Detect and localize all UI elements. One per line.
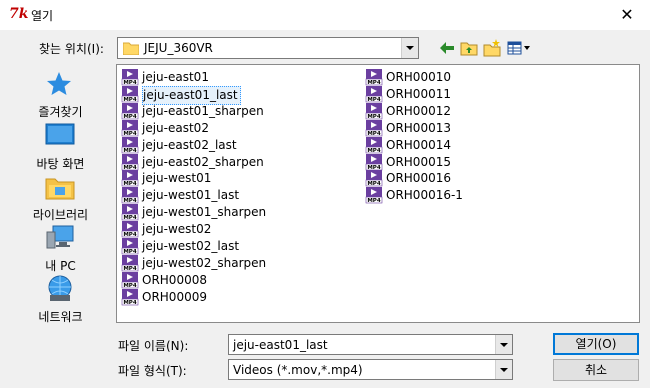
up-folder-icon[interactable] (459, 38, 479, 58)
file-name: ORH00011 (386, 86, 451, 101)
mp4-file-icon: MP4 (121, 187, 139, 204)
network-icon (48, 275, 72, 301)
mp4-file-icon: MP4 (121, 136, 139, 154)
star-icon (47, 72, 71, 95)
file-name: ORH00008 (142, 272, 207, 287)
file-name: ORH00016-1 (386, 188, 463, 203)
mp4-file-icon: MP4 (121, 102, 139, 120)
view-menu-icon[interactable] (506, 38, 532, 58)
mp4-file-icon: MP4 (121, 254, 139, 272)
file-name: jeju-east02_sharpen (142, 154, 264, 169)
filetype-value: Videos (*.mov,*.mp4) (233, 363, 363, 377)
new-folder-icon[interactable] (482, 38, 502, 58)
file-list[interactable]: MP4 jeju-east01 MP4 jeju-east01_last MP4 jeju… (116, 64, 640, 323)
mp4-file-icon: MP4 (121, 204, 139, 221)
place-label: 라이브러리 (32, 208, 89, 222)
mp4-file-icon: MP4 (365, 69, 383, 86)
file-name: ORH00015 (386, 154, 451, 169)
filename-combo[interactable]: jeju-east01_last (228, 334, 513, 355)
file-name: jeju-west01 (142, 171, 212, 186)
place-library[interactable]: 라이브러리 (11, 173, 110, 225)
file-name: ORH00014 (386, 137, 451, 152)
open-button[interactable]: 열기(O) (553, 333, 639, 355)
svg-text:MP4: MP4 (367, 198, 381, 204)
filename-input[interactable]: jeju-east01_last (233, 338, 328, 352)
file-name: ORH00009 (142, 289, 207, 304)
close-button[interactable]: ✕ (604, 0, 650, 30)
file-name: ORH00016 (386, 171, 451, 186)
app-icon: 7k (9, 6, 29, 22)
title-bar: 7k 열기 ✕ (0, 0, 650, 30)
mp4-file-icon: MP4 (365, 136, 383, 154)
mp4-file-icon: MP4 (365, 187, 383, 204)
mp4-file-icon: MP4 (121, 119, 139, 137)
mp4-file-icon: MP4 (121, 153, 139, 171)
chevron-down-icon[interactable] (495, 360, 512, 379)
computer-icon (46, 225, 74, 249)
mp4-file-icon: MP4 (365, 153, 383, 171)
lookin-label: 찾는 위치(I): (39, 42, 104, 56)
back-arrow-icon[interactable] (437, 38, 457, 58)
library-icon (45, 178, 75, 200)
cancel-button[interactable]: 취소 (553, 359, 639, 381)
place-this-pc[interactable]: 내 PC (11, 224, 110, 276)
places-bar: 즐겨찾기 바탕 화면 라이브러리 내 PC 네트워크 (11, 64, 110, 324)
lookin-dropdown[interactable]: JEJU_360VR (117, 37, 419, 59)
file-name: jeju-east01_sharpen (142, 103, 264, 118)
svg-text:MP4: MP4 (123, 300, 137, 306)
desktop-icon (45, 123, 75, 145)
lookin-value: JEJU_360VR (144, 41, 213, 55)
mp4-file-icon: MP4 (121, 69, 139, 86)
mp4-file-icon: MP4 (121, 170, 139, 187)
mp4-file-icon: MP4 (121, 288, 139, 306)
place-desktop[interactable]: 바탕 화면 (11, 122, 110, 174)
filetype-label: 파일 형식(T): (118, 364, 187, 378)
chevron-down-icon[interactable] (495, 335, 512, 354)
place-label: 내 PC (45, 259, 76, 273)
place-network[interactable]: 네트워크 (11, 275, 110, 327)
file-name: ORH00012 (386, 103, 451, 118)
window-title: 열기 (31, 9, 54, 23)
place-label: 네트워크 (38, 310, 83, 324)
mp4-file-icon: MP4 (121, 221, 139, 238)
file-name: jeju-west02_sharpen (142, 255, 267, 270)
mp4-file-icon: MP4 (365, 170, 383, 187)
file-name: jeju-west02 (142, 222, 212, 237)
file-name: jeju-west01_last (142, 188, 240, 203)
mp4-file-icon: MP4 (121, 271, 139, 289)
place-label: 즐겨찾기 (38, 105, 83, 119)
file-name: jeju-east02 (142, 120, 209, 135)
mp4-file-icon: MP4 (121, 85, 139, 103)
place-favorites[interactable]: 즐겨찾기 (11, 70, 110, 122)
mp4-file-icon: MP4 (365, 85, 383, 103)
filetype-combo[interactable]: Videos (*.mov,*.mp4) (228, 359, 513, 380)
filename-label: 파일 이름(N): (118, 339, 189, 353)
chevron-down-icon[interactable] (401, 38, 418, 58)
folder-icon (123, 42, 139, 55)
mp4-file-icon: MP4 (365, 102, 383, 120)
file-name: jeju-east02_last (142, 137, 237, 152)
file-name: ORH00013 (386, 120, 451, 135)
mp4-file-icon: MP4 (365, 119, 383, 137)
mp4-file-icon: MP4 (121, 238, 139, 255)
file-name: ORH00010 (386, 70, 451, 84)
file-name: jeju-west02_last (142, 239, 240, 253)
place-label: 바탕 화면 (36, 157, 85, 171)
file-name: jeju-east01 (142, 70, 209, 84)
file-name: jeju-west01_sharpen (142, 205, 267, 220)
